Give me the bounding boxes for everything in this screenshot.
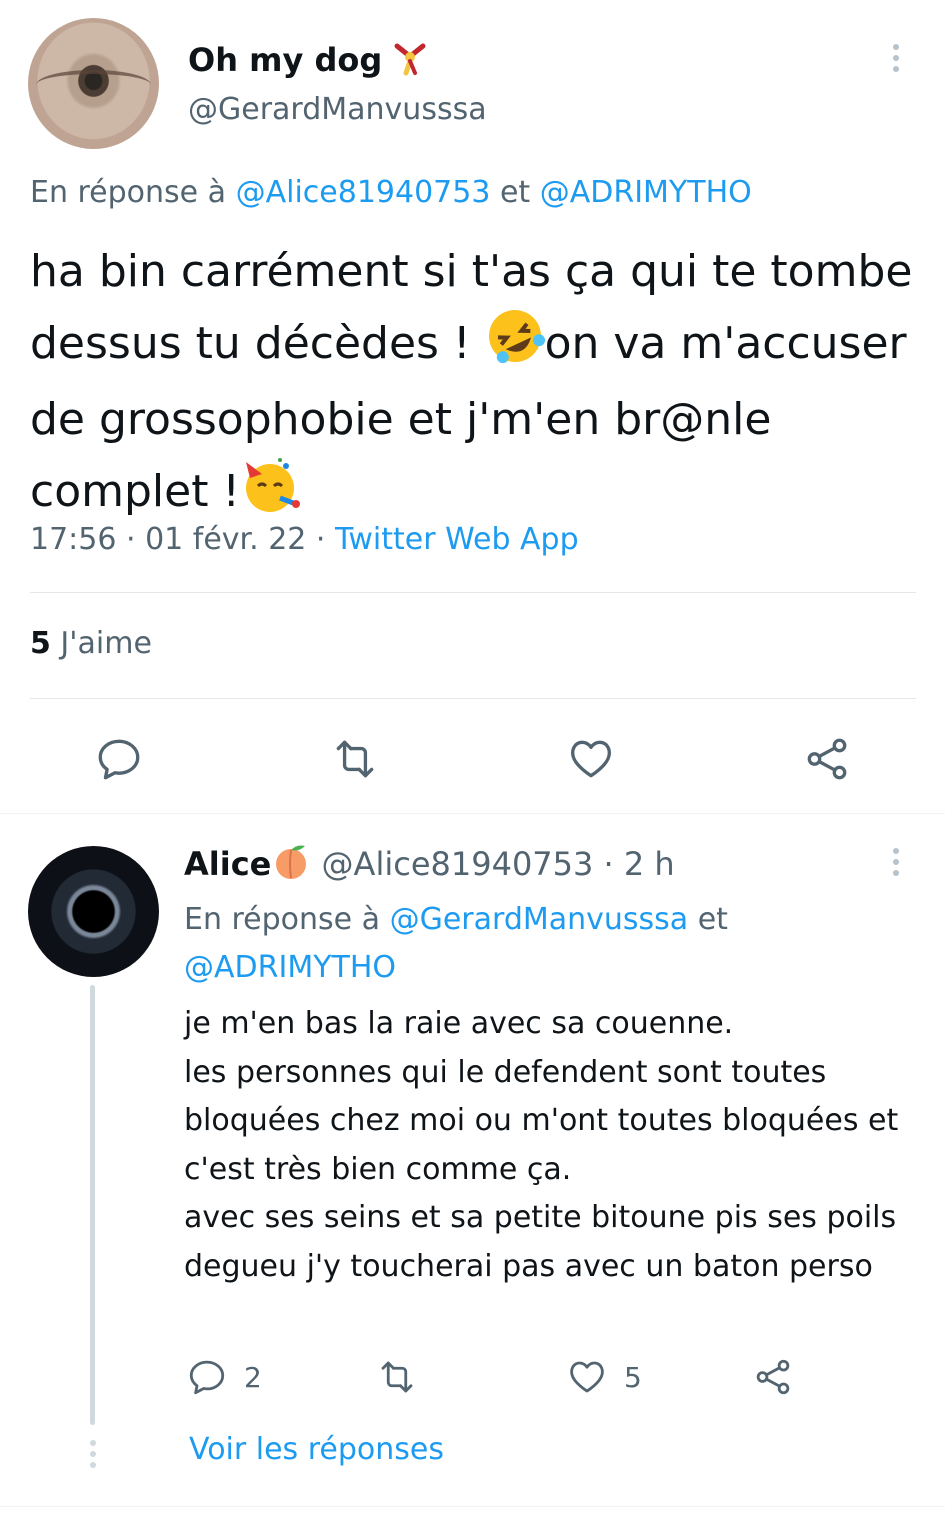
likes-summary[interactable]: 5 J'aime (30, 626, 152, 661)
retweet-button[interactable] (376, 1356, 418, 1398)
reply-context: En réponse à @Alice81940753 et @ADRIMYTH… (30, 175, 752, 210)
thread-line (90, 985, 95, 1425)
reply-count: 2 (244, 1360, 262, 1394)
rofl-emoji (485, 306, 545, 386)
reply-icon (186, 1356, 228, 1398)
reply-author-name[interactable]: Alice (184, 845, 271, 883)
author-avatar[interactable] (28, 18, 159, 149)
reply-author-handle[interactable]: @Alice81940753 (322, 845, 594, 883)
tweet-meta: 17:56 · 01 févr. 22 · Twitter Web App (30, 522, 579, 557)
peach-emoji (271, 842, 311, 890)
mention-link[interactable]: @ADRIMYTHO (184, 950, 396, 985)
reply-button[interactable]: 2 (186, 1356, 262, 1398)
retweet-icon (376, 1356, 418, 1398)
see-replies-link[interactable]: Voir les réponses (189, 1432, 444, 1467)
reply-context: En réponse à @GerardManvusssa et @ADRIMY… (184, 902, 728, 985)
more-icon[interactable] (893, 44, 901, 72)
mention-link[interactable]: @GerardManvusssa (390, 902, 689, 937)
reply-age[interactable]: · 2 h (593, 845, 675, 883)
divider (0, 1506, 945, 1507)
like-count: 5 (624, 1360, 642, 1394)
reply-more-icon[interactable] (893, 848, 901, 876)
reply-author-avatar[interactable] (28, 846, 159, 977)
like-icon (566, 1356, 608, 1398)
reply-icon[interactable] (94, 734, 144, 784)
tweet-source-link[interactable]: Twitter Web App (335, 522, 579, 557)
mention-link[interactable]: @Alice81940753 (236, 175, 491, 210)
dog-emoji (393, 40, 427, 84)
thread-more-icon (90, 1440, 98, 1468)
author-display-name[interactable]: Oh my dog (188, 40, 427, 84)
divider (0, 813, 945, 814)
reply-header: Alice @Alice81940753 · 2 h (184, 842, 675, 890)
share-icon[interactable] (802, 734, 852, 784)
mention-link[interactable]: @ADRIMYTHO (540, 175, 752, 210)
divider (30, 592, 916, 593)
divider (30, 698, 916, 699)
tweet-text: ha bin carrément si t'as ça qui te tombe… (30, 238, 920, 534)
retweet-icon[interactable] (330, 734, 380, 784)
like-icon[interactable] (566, 734, 616, 784)
reply-text: je m'en bas la raie avec sa couenne. les… (184, 1006, 899, 1284)
tweet-date[interactable]: 01 févr. 22 (145, 522, 306, 557)
tweet-time[interactable]: 17:56 (30, 522, 116, 557)
author-handle[interactable]: @GerardManvusssa (188, 92, 487, 127)
share-button[interactable] (752, 1356, 794, 1398)
share-icon (752, 1356, 794, 1398)
like-button[interactable]: 5 (566, 1356, 642, 1398)
